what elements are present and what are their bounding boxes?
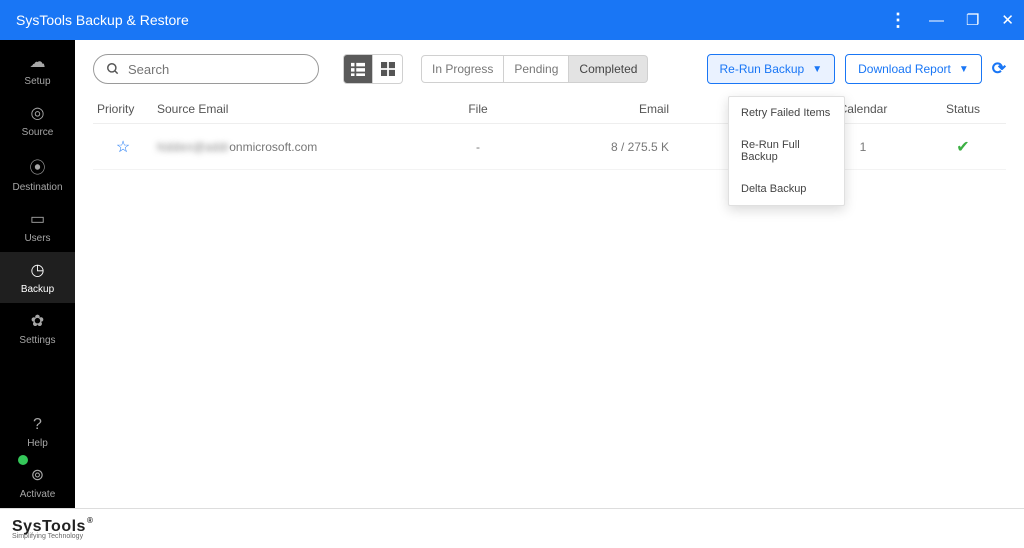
user-icon: ▭ xyxy=(0,209,75,229)
close-icon[interactable]: ✕ xyxy=(1001,13,1014,28)
cloud-icon: ☁ xyxy=(0,52,75,72)
cell-file: - xyxy=(413,136,543,158)
clock-icon: ◷ xyxy=(0,260,75,280)
search-box[interactable] xyxy=(93,54,319,84)
sidebar-item-activate[interactable]: ⊚ Activate xyxy=(0,457,75,508)
sidebar-item-label: Setup xyxy=(24,76,50,87)
chevron-down-icon: ▼ xyxy=(812,64,822,75)
activate-icon: ⊚ xyxy=(0,465,75,485)
toolbar: In Progress Pending Completed Re-Run Bac… xyxy=(75,40,1024,94)
sidebar-item-users[interactable]: ▭ Users xyxy=(0,201,75,252)
app-title: SysTools Backup & Restore xyxy=(16,12,189,28)
source-blurred: hidden@addr xyxy=(157,140,229,154)
tab-pending[interactable]: Pending xyxy=(504,55,569,83)
location-icon: ⦿ xyxy=(0,154,75,178)
list-icon xyxy=(351,62,365,76)
chevron-down-icon: ▼ xyxy=(959,64,969,75)
status-check-icon: ✔ xyxy=(923,133,1003,161)
rerun-label: Re-Run Backup xyxy=(720,62,805,76)
sidebar-item-label: Activate xyxy=(20,489,56,500)
sidebar-item-setup[interactable]: ☁ Setup xyxy=(0,44,75,95)
sidebar-item-backup[interactable]: ◷ Backup xyxy=(0,252,75,303)
dropdown-item-delta[interactable]: Delta Backup xyxy=(729,173,844,205)
download-label: Download Report xyxy=(858,62,951,76)
refresh-icon[interactable]: ⟳ xyxy=(992,59,1006,79)
sidebar: ☁ Setup ◎ Source ⦿ Destination ▭ Users ◷… xyxy=(0,40,75,508)
col-priority: Priority xyxy=(93,98,153,120)
target-icon: ◎ xyxy=(0,103,75,123)
table-header: Priority Source Email File Email Documen… xyxy=(93,94,1006,124)
kebab-menu-icon[interactable]: ⋮ xyxy=(889,11,907,29)
sidebar-item-label: Help xyxy=(27,438,48,449)
rerun-backup-button[interactable]: Re-Run Backup ▼ xyxy=(707,54,836,84)
main-area: In Progress Pending Completed Re-Run Bac… xyxy=(75,40,1024,508)
cell-email: 8 / 275.5 K xyxy=(543,136,673,158)
search-input[interactable] xyxy=(128,62,306,77)
dropdown-item-full[interactable]: Re-Run Full Backup xyxy=(729,129,844,173)
grid-icon xyxy=(381,62,395,76)
status-dot-icon xyxy=(18,455,28,465)
tab-in-progress[interactable]: In Progress xyxy=(421,55,504,83)
grid-view-button[interactable] xyxy=(373,54,403,84)
minimize-icon[interactable]: — xyxy=(929,13,944,28)
view-toggle xyxy=(343,54,403,84)
title-bar: SysTools Backup & Restore ⋮ — ❐ ✕ xyxy=(0,0,1024,40)
search-icon xyxy=(106,62,120,76)
source-suffix: onmicrosoft.com xyxy=(229,140,317,154)
col-status: Status xyxy=(923,98,1003,120)
results-table: Priority Source Email File Email Documen… xyxy=(75,94,1024,170)
sidebar-item-label: Backup xyxy=(21,284,54,295)
sidebar-item-label: Source xyxy=(22,127,54,138)
footer-brand: SysTools® xyxy=(12,518,92,535)
sidebar-item-label: Settings xyxy=(19,335,55,346)
sidebar-item-label: Destination xyxy=(12,182,62,193)
sidebar-item-settings[interactable]: ✿ Settings xyxy=(0,303,75,354)
dropdown-item-retry[interactable]: Retry Failed Items xyxy=(729,97,844,129)
tab-completed[interactable]: Completed xyxy=(569,55,648,83)
cell-source: hidden@addronmicrosoft.com xyxy=(153,136,413,158)
download-report-button[interactable]: Download Report ▼ xyxy=(845,54,982,84)
col-source: Source Email xyxy=(153,98,413,120)
window-controls: ⋮ — ❐ ✕ xyxy=(889,11,1014,29)
priority-star-icon[interactable]: ☆ xyxy=(93,133,153,161)
sidebar-item-source[interactable]: ◎ Source xyxy=(0,95,75,146)
table-row[interactable]: ☆ hidden@addronmicrosoft.com - 8 / 275.5… xyxy=(93,124,1006,170)
maximize-icon[interactable]: ❐ xyxy=(966,13,979,28)
list-view-button[interactable] xyxy=(343,54,373,84)
rerun-dropdown: Retry Failed Items Re-Run Full Backup De… xyxy=(728,96,845,206)
col-email: Email xyxy=(543,98,673,120)
footer: SysTools® Simplifying Technology xyxy=(0,508,1024,548)
help-icon: ? xyxy=(0,416,75,434)
gear-icon: ✿ xyxy=(0,311,75,331)
col-file: File xyxy=(413,98,543,120)
sidebar-item-destination[interactable]: ⦿ Destination xyxy=(0,146,75,201)
status-tabs: In Progress Pending Completed xyxy=(421,55,648,83)
sidebar-item-label: Users xyxy=(24,233,50,244)
sidebar-item-help[interactable]: ? Help xyxy=(0,408,75,457)
